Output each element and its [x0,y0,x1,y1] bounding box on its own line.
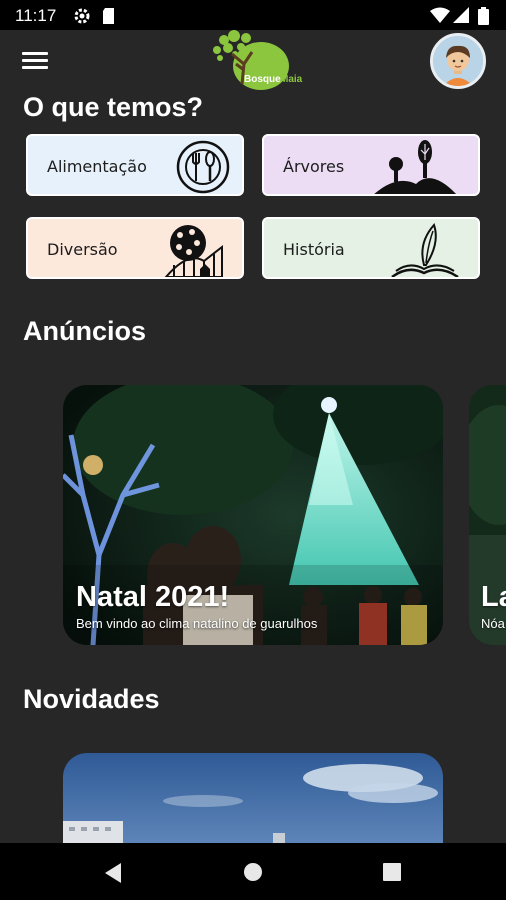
battery-icon [478,7,489,25]
category-card-alimentacao[interactable]: Alimentação [26,134,244,196]
category-card-diversao[interactable]: Diversão [26,217,244,279]
announcement-card-next[interactable]: La Nóa [469,385,506,645]
category-label: História [283,240,345,259]
news-title: Novidades [23,684,160,714]
app-bar: Bosque Maia [0,30,506,92]
app-logo: Bosque Maia [208,30,312,94]
plate-cutlery-icon [176,140,230,194]
ferris-wheel-icon [164,225,223,277]
announcement-title: La [481,581,506,613]
sd-card-icon [103,8,114,24]
user-avatar[interactable] [430,33,486,89]
svg-text:Maia: Maia [280,74,303,85]
category-label: Alimentação [47,157,147,176]
categories-title: O que temos? [23,92,204,122]
quill-book-icon [391,223,459,277]
back-icon[interactable] [103,862,123,884]
recents-icon[interactable] [383,863,401,881]
system-nav-bar [0,843,506,900]
trees-hill-icon [374,140,456,194]
status-bar: 11:17 [0,0,506,30]
home-icon[interactable] [243,862,263,882]
category-card-historia[interactable]: História [262,217,480,279]
settings-icon [74,8,90,24]
announcement-subtitle: Nóa [481,616,505,631]
wifi-icon [430,7,450,23]
announcement-card[interactable]: Natal 2021! Bem vindo ao clima natalino … [63,385,443,645]
signal-icon [453,7,469,23]
svg-text:Bosque: Bosque [244,74,281,85]
category-label: Diversão [47,240,118,259]
category-label: Árvores [283,157,345,176]
status-time: 11:17 [15,6,57,25]
announcement-subtitle: Bem vindo ao clima natalino de guarulhos [76,616,318,631]
announcements-title: Anúncios [23,316,147,346]
announcement-title: Natal 2021! [76,581,230,613]
menu-icon[interactable] [22,52,48,72]
category-card-arvores[interactable]: Árvores [262,134,480,196]
